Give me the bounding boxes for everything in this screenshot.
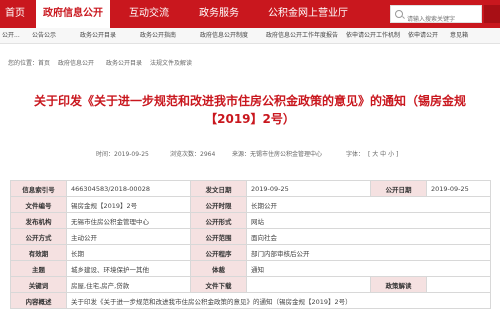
field-value [426,276,491,293]
subnav-item[interactable]: 政府信息公开工作年度报告 [266,28,338,44]
table-row: 发布机构 无锡市住房公积金管理中心 公开形式 网站 [10,212,491,229]
subnav-item[interactable]: 意见箱 [450,28,468,44]
field-label: 关键词 [10,276,67,293]
page-title-line1: 关于印发《关于进一步规范和改进我市住房公积金政策的意见》的通知（锡房金规 [33,94,466,108]
field-label: 公开程序 [190,244,247,261]
policy-interpretation-label[interactable]: 政策解读 [370,276,427,293]
source: 来源：无锡市住房公积金管理中心 [232,151,323,158]
field-value: 2019-09-25 [246,180,371,197]
breadcrumb-item[interactable]: 法规文件及解读 [150,57,192,71]
field-value: 部门内部审核后公开 [246,244,491,261]
nav-item-online-hall[interactable]: 公积金网上营业厅 [256,0,360,28]
table-row: 信息索引号 466304583/2018-00028 发文日期 2019-09-… [10,180,491,197]
field-label: 主题 [10,260,67,277]
nav-item-gov-info-public[interactable]: 政府信息公开 [36,0,110,28]
subnav-item[interactable]: 公告公示 [32,28,56,44]
subnav-item[interactable]: 政务公开指南 [140,28,176,44]
page-title: 关于印发《关于进一步规范和改进我市住房公积金政策的意见》的通知（锡房金规 【20… [0,92,500,128]
file-download-label[interactable]: 文件下载 [190,276,247,293]
field-label: 有效期 [10,244,67,261]
table-row: 关键词 房屋,住宅,房产,贷款 文件下载 政策解读 [10,276,491,293]
subnav-item[interactable]: 公开... [2,28,20,44]
subnav-item[interactable]: 依申请公开 [408,28,438,44]
table-row: 公开方式 主动公开 公开范围 面向社会 [10,228,491,245]
field-label: 文件编号 [10,196,67,213]
field-value: 房屋,住宅,房产,贷款 [66,276,191,293]
field-value: 网站 [246,212,491,229]
field-value: 长期公开 [246,196,491,213]
page-title-line2: 【2019】2号） [205,112,295,126]
field-value: 466304583/2018-00028 [66,180,191,197]
table-row: 主题 城乡建设、环境保护一其他 体裁 通知 [10,260,491,277]
view-count: 浏览次数：2964 [170,151,216,158]
nav-item-interaction[interactable]: 互动交流 [116,0,182,28]
field-label: 信息索引号 [10,180,67,197]
field-label: 公开形式 [190,212,247,229]
field-value [246,276,371,293]
field-value: 长期 [66,244,191,261]
breadcrumb-item[interactable]: 首页 [38,57,50,71]
search-icon [395,10,403,18]
table-row: 文件编号 锡房金规【2019】2号 公开时限 长期公开 [10,196,491,213]
field-label: 公开时限 [190,196,247,213]
field-label: 体裁 [190,260,247,277]
font-size-label: 字体： [346,151,365,158]
breadcrumb-label: 您的位置： [8,60,39,67]
field-value: 2019-09-25 [426,180,491,197]
nav-item-home[interactable]: 首页 [0,0,30,28]
field-label: 公开范围 [190,228,247,245]
field-label: 发布机构 [10,212,67,229]
sub-nav: 公开... 公告公示 政务公开目录 政务公开指南 政府信息公开制度 政府信息公开… [0,28,500,44]
field-label: 内容概述 [10,292,67,309]
breadcrumb: 您的位置： 首页 政府信息公开 政务公开目录 法规文件及解读 [0,57,500,71]
table-row: 内容概述 关于印发《关于进一步规范和改进我市住房公积金政策的意见》的通知（锡房金… [10,292,491,309]
field-value: 面向社会 [246,228,491,245]
breadcrumb-item[interactable]: 政府信息公开 [58,57,94,71]
breadcrumb-item[interactable]: 政务公开目录 [106,57,142,71]
font-size-toggle[interactable]: [ 大 中 小 ] [368,149,398,158]
search-button[interactable] [484,5,500,23]
field-value: 无锡市住房公积金管理中心 [66,212,191,229]
subnav-item[interactable]: 政府信息公开制度 [200,28,248,44]
top-nav: 首页 政府信息公开 互动交流 政务服务 公积金网上营业厅 [0,0,500,28]
field-value: 通知 [246,260,491,277]
info-table: 信息索引号 466304583/2018-00028 发文日期 2019-09-… [10,180,491,309]
subnav-item[interactable]: 政务公开目录 [80,28,116,44]
field-value: 主动公开 [66,228,191,245]
field-value: 关于印发《关于进一步规范和改进我市住房公积金政策的意见》的通知（锡房金规【201… [66,292,491,309]
search-box [390,5,482,28]
publish-date: 时间：2019-09-25 [96,151,149,158]
field-value: 锡房金规【2019】2号 [66,196,191,213]
article-meta: 时间：2019-09-25 浏览次数：2964 来源：无锡市住房公积金管理中心 … [0,149,500,159]
subnav-item[interactable]: 依申请公开工作机制 [346,28,400,44]
table-row: 有效期 长期 公开程序 部门内部审核后公开 [10,244,491,261]
field-value: 城乡建设、环境保护一其他 [66,260,191,277]
field-label: 公开方式 [10,228,67,245]
field-label: 发文日期 [190,180,247,197]
field-label: 公开日期 [370,180,427,197]
nav-item-gov-services[interactable]: 政务服务 [186,0,252,28]
